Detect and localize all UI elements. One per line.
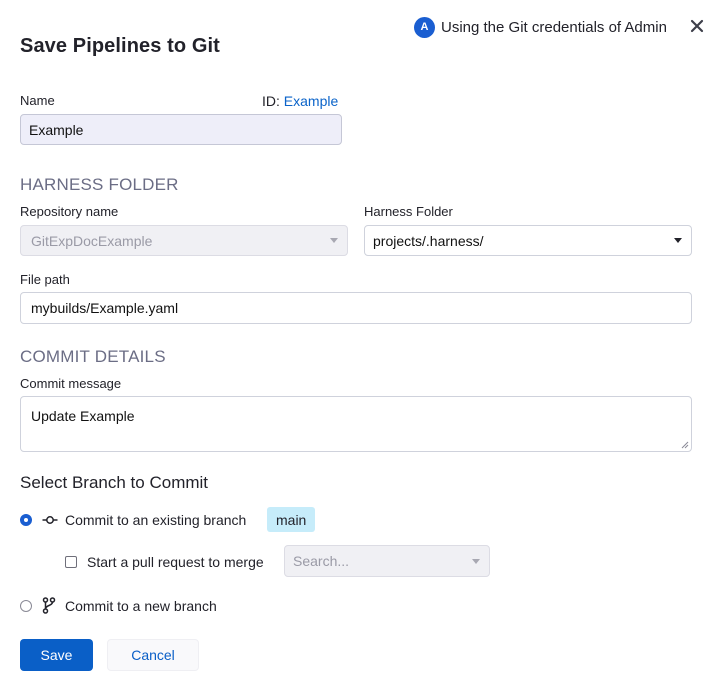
- file-path-input[interactable]: mybuilds/Example.yaml: [20, 292, 692, 324]
- pipeline-id: ID: Example: [262, 93, 338, 109]
- harness-folder-heading: HARNESS FOLDER: [20, 175, 179, 194]
- git-credentials-indicator: A Using the Git credentials of Admin: [414, 16, 667, 38]
- git-branch-icon: [42, 597, 56, 614]
- commit-message-value: Update Example: [31, 408, 135, 424]
- repository-name-select[interactable]: GitExpDocExample: [20, 225, 348, 256]
- name-input-value: Example: [29, 121, 84, 138]
- chevron-down-icon: [472, 559, 480, 564]
- file-path-label: File path: [20, 272, 70, 287]
- id-value-link[interactable]: Example: [284, 93, 338, 109]
- new-branch-label[interactable]: Commit to a new branch: [65, 598, 217, 614]
- cancel-button[interactable]: Cancel: [107, 639, 199, 671]
- chevron-down-icon: [674, 238, 682, 243]
- close-icon: [690, 19, 704, 33]
- save-to-git-dialog: Save Pipelines to Git A Using the Git cr…: [0, 0, 714, 692]
- repository-name-label: Repository name: [20, 204, 119, 219]
- harness-folder-value: projects/.harness/: [373, 232, 484, 249]
- existing-branch-radio[interactable]: [20, 514, 32, 526]
- resize-handle-icon[interactable]: [681, 441, 689, 449]
- branch-name-tag: main: [267, 507, 316, 532]
- commit-message-label: Commit message: [20, 376, 122, 391]
- harness-folder-label: Harness Folder: [364, 204, 453, 219]
- dialog-title: Save Pipelines to Git: [20, 35, 220, 57]
- user-avatar: A: [414, 16, 435, 38]
- target-branch-search-placeholder: Search...: [293, 553, 350, 569]
- git-commit-icon: [42, 516, 58, 524]
- id-label: ID:: [262, 93, 280, 109]
- file-path-value: mybuilds/Example.yaml: [31, 300, 179, 316]
- repository-name-value: GitExpDocExample: [31, 232, 153, 249]
- name-label: Name: [20, 93, 55, 108]
- name-input[interactable]: Example: [20, 114, 342, 145]
- pull-request-label[interactable]: Start a pull request to merge: [87, 554, 264, 570]
- pull-request-checkbox[interactable]: [65, 556, 77, 568]
- save-button[interactable]: Save: [20, 639, 93, 671]
- new-branch-radio[interactable]: [20, 600, 32, 612]
- existing-branch-label[interactable]: Commit to an existing branch: [65, 512, 246, 528]
- close-button[interactable]: [688, 17, 706, 35]
- harness-folder-select[interactable]: projects/.harness/: [364, 225, 692, 256]
- chevron-down-icon: [330, 238, 338, 243]
- git-credentials-text: Using the Git credentials of Admin: [441, 18, 667, 36]
- commit-details-heading: COMMIT DETAILS: [20, 347, 166, 366]
- commit-message-textarea[interactable]: Update Example: [20, 396, 692, 452]
- select-branch-heading: Select Branch to Commit: [20, 473, 209, 492]
- target-branch-search-select[interactable]: Search...: [284, 545, 490, 577]
